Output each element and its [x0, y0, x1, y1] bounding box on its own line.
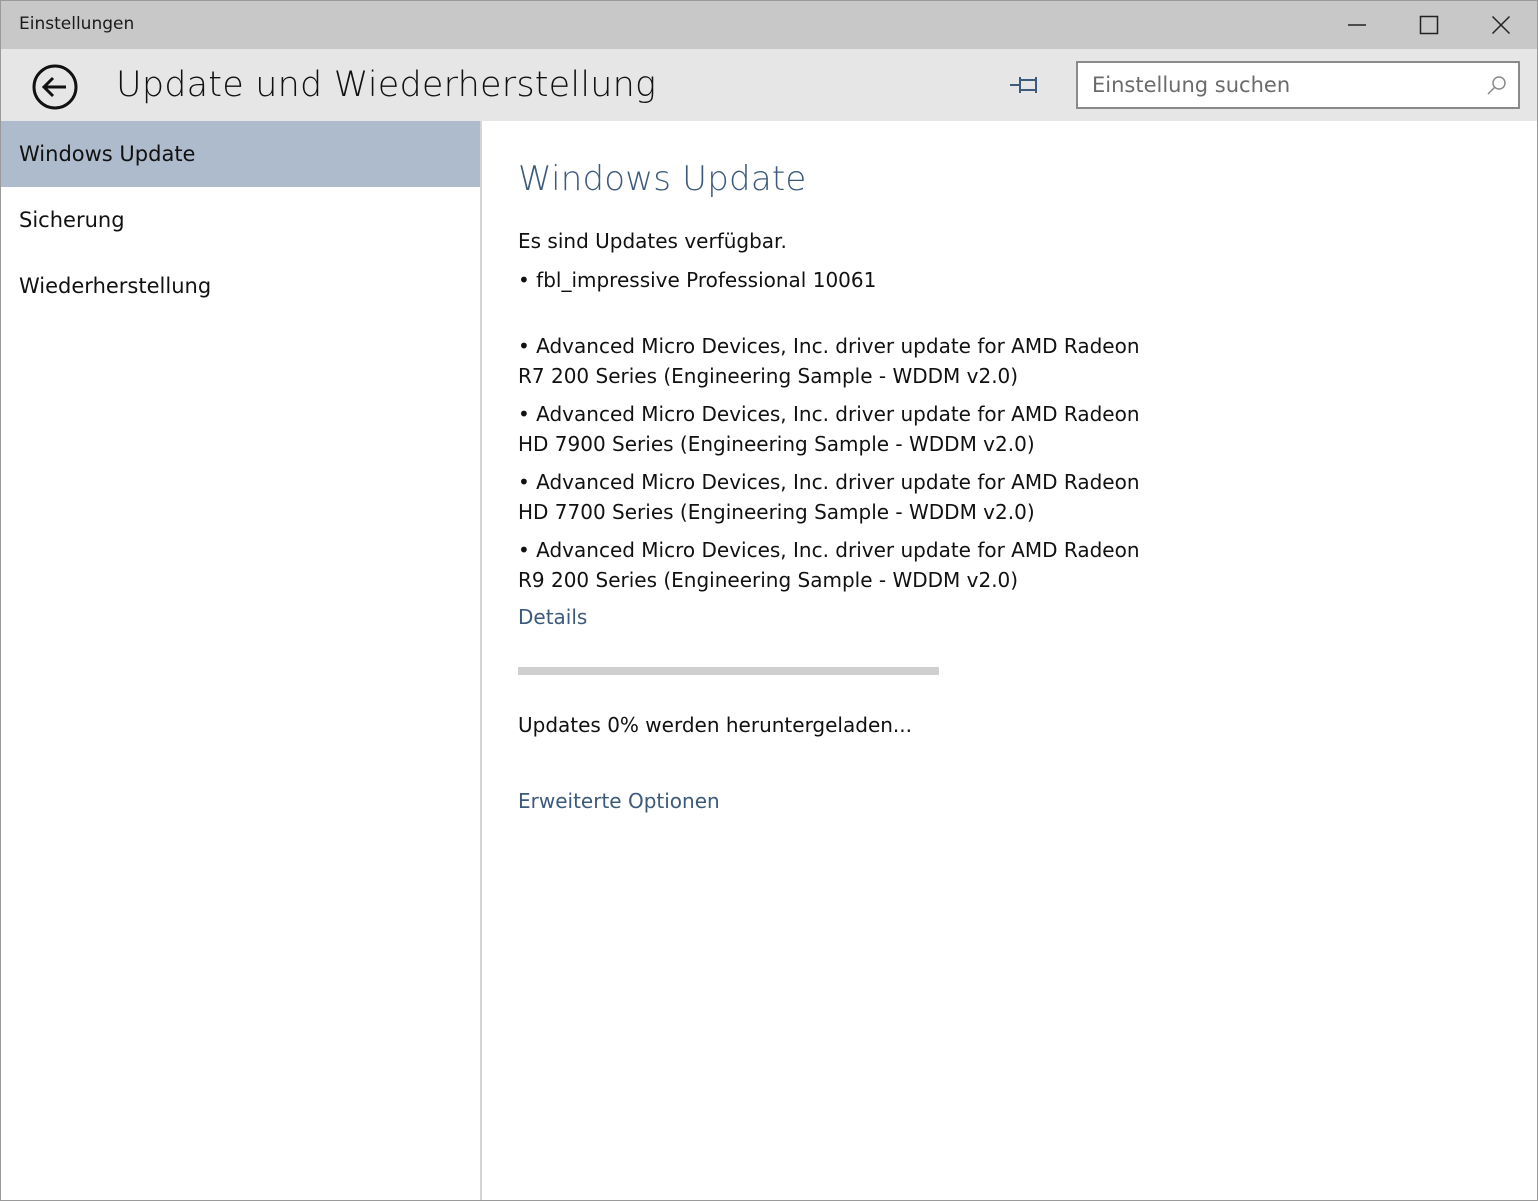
list-item: • Advanced Micro Devices, Inc. driver up…	[518, 334, 1140, 388]
close-icon	[1491, 15, 1511, 35]
list-item: • fbl_impressive Professional 10061	[518, 268, 877, 292]
sidebar-item-windows-update[interactable]: Windows Update	[1, 121, 480, 187]
back-arrow-icon	[32, 64, 78, 110]
app-title: Einstellungen	[19, 14, 135, 34]
update-status: Es sind Updates verfügbar.	[518, 229, 787, 253]
title-bar[interactable]: Einstellungen	[1, 1, 1537, 49]
back-button[interactable]	[31, 63, 79, 111]
main-content: Windows Update Es sind Updates verfügbar…	[518, 121, 1518, 813]
advanced-options-link[interactable]: Erweiterte Optionen	[518, 789, 720, 813]
minimize-icon	[1348, 24, 1366, 26]
details-link[interactable]: Details	[518, 605, 587, 629]
update-list: • fbl_impressive Professional 10061 • Ad…	[518, 265, 1158, 595]
search-box[interactable]	[1076, 61, 1520, 109]
progress-status: Updates 0% werden heruntergeladen...	[518, 713, 912, 737]
pin-to-start-button[interactable]	[1005, 67, 1045, 103]
close-button[interactable]	[1465, 1, 1537, 49]
minimize-button[interactable]	[1321, 1, 1393, 49]
list-item: • Advanced Micro Devices, Inc. driver up…	[518, 538, 1140, 592]
section-title: Windows Update	[518, 159, 807, 199]
settings-window: Einstellungen Update und Wiederherstellu…	[0, 0, 1538, 1201]
search-input[interactable]	[1078, 63, 1478, 107]
maximize-button[interactable]	[1393, 1, 1465, 49]
page-header: Update und Wiederherstellung	[1, 49, 1537, 121]
sidebar-item-sicherung[interactable]: Sicherung	[1, 187, 480, 253]
list-item: • Advanced Micro Devices, Inc. driver up…	[518, 402, 1140, 456]
search-icon[interactable]	[1486, 75, 1508, 97]
download-progress-bar	[518, 667, 939, 675]
page-title: Update und Wiederherstellung	[116, 65, 657, 105]
sidebar: Windows Update Sicherung Wiederherstellu…	[1, 121, 482, 1200]
pin-icon	[1010, 77, 1037, 93]
maximize-icon	[1419, 15, 1439, 35]
sidebar-item-wiederherstellung[interactable]: Wiederherstellung	[1, 253, 480, 319]
list-item: • Advanced Micro Devices, Inc. driver up…	[518, 470, 1140, 524]
